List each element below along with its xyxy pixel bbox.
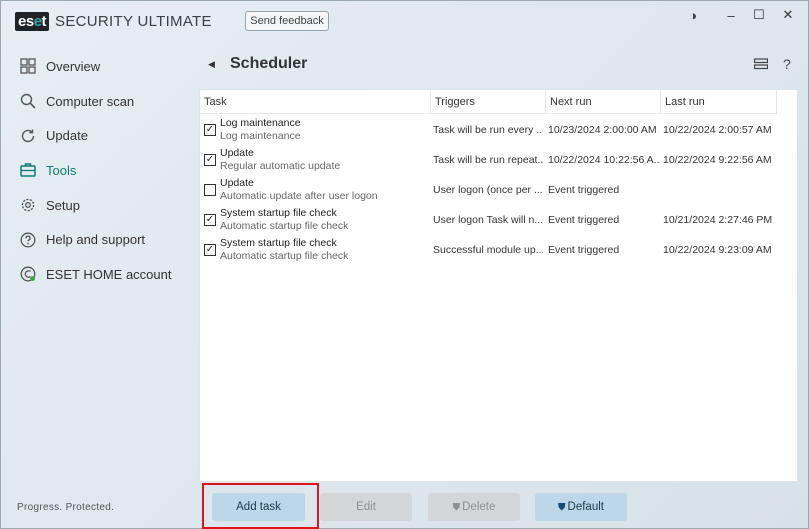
- product-name: SECURITY ULTIMATE: [55, 12, 212, 30]
- column-task[interactable]: Task: [200, 90, 431, 114]
- task-name: System startup file check: [220, 207, 337, 219]
- task-description: Automatic update after user logon: [220, 190, 378, 202]
- edit-button[interactable]: Edit: [320, 493, 412, 521]
- task-name: Update: [220, 177, 254, 189]
- sidebar-item-label: Overview: [46, 58, 101, 74]
- task-last-run: 10/22/2024 2:00:57 AM: [663, 124, 772, 136]
- column-last-run[interactable]: Last run: [661, 90, 777, 114]
- sidebar-item-label: Setup: [46, 197, 80, 213]
- sidebar-item-label: ESET HOME account: [46, 266, 172, 282]
- task-trigger: Task will be run every ...: [433, 124, 543, 136]
- task-checkbox[interactable]: [204, 184, 216, 196]
- task-last-run: 10/22/2024 9:22:56 AM: [663, 154, 772, 166]
- sidebar-item-label: Update: [46, 128, 88, 144]
- tools-icon: [19, 161, 37, 179]
- column-next-run[interactable]: Next run: [546, 90, 661, 114]
- sidebar-item-label: Help and support: [46, 232, 146, 248]
- sidebar-item-help[interactable]: Help and support: [1, 222, 199, 257]
- help-button[interactable]: ?: [783, 56, 791, 72]
- task-next-run: Event triggered: [548, 244, 620, 256]
- scheduler-table: Task Triggers Next run Last run ✓ Log ma…: [199, 89, 798, 482]
- task-next-run: 10/23/2024 2:00:00 AM: [548, 124, 657, 136]
- task-checkbox[interactable]: ✓: [204, 244, 216, 256]
- task-last-run: 10/22/2024 9:23:09 AM: [663, 244, 772, 256]
- task-checkbox[interactable]: ✓: [204, 214, 216, 226]
- task-description: Log maintenance: [220, 130, 301, 142]
- eset-home-icon: [19, 265, 37, 283]
- eset-logo-badge: eset: [15, 11, 50, 31]
- sidebar: Overview Computer scan Update Tools Setu…: [1, 49, 199, 292]
- task-next-run: Event triggered: [548, 184, 620, 196]
- default-label: Default: [567, 501, 604, 513]
- task-description: Automatic startup file check: [220, 250, 349, 262]
- task-checkbox[interactable]: ✓: [204, 154, 216, 166]
- shield-icon: ⛊: [558, 501, 566, 513]
- table-row[interactable]: ✓ Log maintenance Log maintenance Task w…: [200, 115, 777, 145]
- close-button[interactable]: ✕: [778, 7, 798, 23]
- table-row[interactable]: ✓ System startup file check Automatic st…: [200, 235, 777, 265]
- eset-window: eset SECURITY ULTIMATE Send feedback ◑ –…: [0, 0, 809, 529]
- task-description: Regular automatic update: [220, 160, 341, 172]
- search-icon: [19, 92, 37, 110]
- task-trigger: User logon Task will n...: [433, 214, 543, 226]
- sidebar-item-computer-scan[interactable]: Computer scan: [1, 84, 199, 119]
- shield-icon: ⛊: [452, 501, 461, 513]
- minimize-button[interactable]: –: [721, 7, 741, 23]
- theme-toggle-icon[interactable]: ◑: [683, 7, 703, 23]
- sidebar-item-label: Computer scan: [46, 93, 135, 109]
- column-triggers[interactable]: Triggers: [431, 90, 546, 114]
- sidebar-item-overview[interactable]: Overview: [1, 49, 199, 84]
- highlight-box: [202, 483, 319, 529]
- task-next-run: Event triggered: [548, 214, 620, 226]
- help-icon: [19, 231, 37, 249]
- send-feedback-button[interactable]: Send feedback: [245, 11, 329, 31]
- table-row[interactable]: ✓ System startup file check Automatic st…: [200, 205, 777, 235]
- task-last-run: 10/21/2024 2:27:46 PM: [663, 214, 773, 226]
- task-name: Log maintenance: [220, 117, 301, 129]
- delete-label: Delete: [462, 501, 496, 513]
- sidebar-item-setup[interactable]: Setup: [1, 188, 199, 223]
- sidebar-item-eset-home[interactable]: ESET HOME account: [1, 257, 199, 292]
- maximize-button[interactable]: ☐: [749, 7, 769, 23]
- task-next-run: 10/22/2024 10:22:56 A...: [548, 154, 660, 166]
- delete-button[interactable]: ⛊ Delete: [428, 493, 520, 521]
- gear-icon: [19, 196, 37, 214]
- table-row[interactable]: Update Automatic update after user logon…: [200, 175, 777, 205]
- sidebar-item-tools[interactable]: Tools: [1, 153, 199, 188]
- default-button[interactable]: ⛊ Default: [535, 493, 627, 521]
- eset-logo: eset SECURITY ULTIMATE: [15, 11, 212, 31]
- overview-icon: [19, 57, 37, 75]
- task-trigger: User logon (once per ...: [433, 184, 543, 196]
- task-name: System startup file check: [220, 237, 337, 249]
- tagline: Progress. Protected.: [17, 502, 115, 513]
- page-title: Scheduler: [230, 55, 308, 72]
- view-settings-icon[interactable]: [753, 57, 769, 73]
- back-arrow-icon[interactable]: ◀: [208, 59, 215, 70]
- task-name: Update: [220, 147, 254, 159]
- task-trigger: Task will be run repeat...: [433, 154, 543, 166]
- task-trigger: Successful module up...: [433, 244, 543, 256]
- table-header: Task Triggers Next run Last run: [200, 90, 777, 114]
- update-icon: [19, 127, 37, 145]
- task-description: Automatic startup file check: [220, 220, 349, 232]
- sidebar-item-update[interactable]: Update: [1, 118, 199, 153]
- sidebar-item-label: Tools: [46, 162, 77, 178]
- table-row[interactable]: ✓ Update Regular automatic update Task w…: [200, 145, 777, 175]
- task-checkbox[interactable]: ✓: [204, 124, 216, 136]
